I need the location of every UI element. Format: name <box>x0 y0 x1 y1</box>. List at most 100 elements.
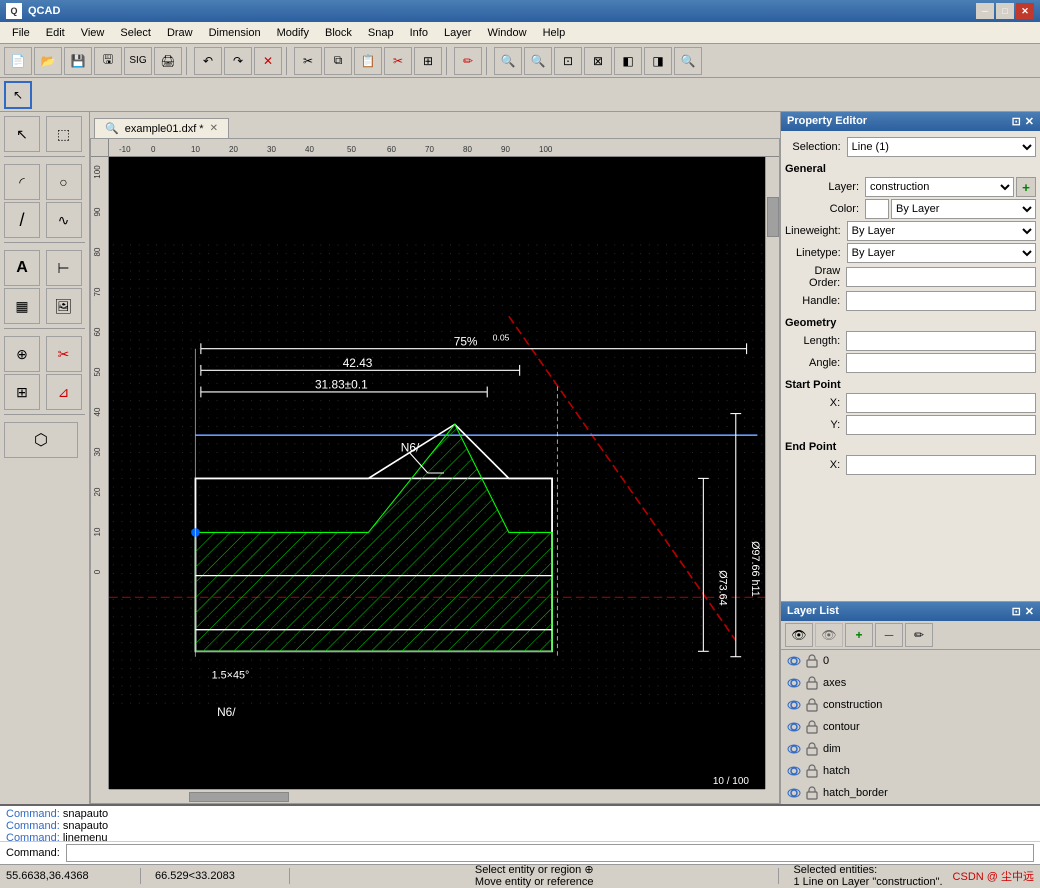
pe-sp-y-input[interactable]: 36.82 <box>846 415 1036 435</box>
pe-close-button[interactable]: ✕ <box>1025 115 1034 128</box>
tb-new[interactable]: 📄 <box>4 47 32 75</box>
layer-lock-toggle[interactable] <box>803 718 821 736</box>
tool-dimension[interactable]: ⊢ <box>46 250 82 286</box>
canvas-viewport[interactable]: 75% 0.05 42.43 31.83±0.1 <box>109 157 779 789</box>
menu-dimension[interactable]: Dimension <box>201 25 269 41</box>
tb-zoom-prev[interactable]: ◧ <box>614 47 642 75</box>
pe-linetype-select[interactable]: By Layer <box>847 243 1036 263</box>
menu-draw[interactable]: Draw <box>159 25 201 41</box>
layer-visibility-toggle[interactable] <box>785 784 803 802</box>
layer-visibility-toggle[interactable] <box>785 674 803 692</box>
maximize-button[interactable]: □ <box>996 3 1014 19</box>
layer-lock-toggle[interactable] <box>803 762 821 780</box>
pe-selection-select[interactable]: Line (1) <box>847 137 1036 157</box>
menu-modify[interactable]: Modify <box>269 25 317 41</box>
ll-add-layer-button[interactable]: + <box>845 623 873 647</box>
tool-hatch[interactable]: ▦ <box>4 288 40 324</box>
tb-copy[interactable]: ⧉ <box>324 47 352 75</box>
layer-lock-toggle[interactable] <box>803 696 821 714</box>
tool-text[interactable]: A <box>4 250 40 286</box>
pe-restore-button[interactable]: ⊡ <box>1012 115 1021 128</box>
pe-sp-x-input[interactable]: 0 <box>846 393 1036 413</box>
layer-lock-toggle[interactable] <box>803 674 821 692</box>
tb-print[interactable]: 🖨 <box>154 47 182 75</box>
pe-length-input[interactable]: 120 <box>846 331 1036 351</box>
vertical-scrollbar[interactable] <box>765 157 779 789</box>
tool-select-region[interactable]: ⬚ <box>46 116 82 152</box>
ll-hide-all-button[interactable]: 👁 <box>815 623 843 647</box>
layer-row[interactable]: 0 <box>781 650 1040 672</box>
tb-undo[interactable]: ↶ <box>194 47 222 75</box>
layer-visibility-toggle[interactable] <box>785 652 803 670</box>
tool-trim[interactable]: ✂ <box>46 336 82 372</box>
ll-close-button[interactable]: ✕ <box>1025 605 1034 618</box>
tab-close-button[interactable]: ✕ <box>210 123 218 134</box>
ll-remove-layer-button[interactable]: ─ <box>875 623 903 647</box>
menu-file[interactable]: File <box>4 25 38 41</box>
layer-visibility-toggle[interactable] <box>785 696 803 714</box>
tb-zoom-fit[interactable]: ⊠ <box>584 47 612 75</box>
tool-arc[interactable]: ◜ <box>4 164 40 200</box>
pe-handle-input[interactable]: 0x70 <box>846 291 1036 311</box>
menu-help[interactable]: Help <box>535 25 574 41</box>
ll-edit-layer-button[interactable]: ✏ <box>905 623 933 647</box>
tb-save[interactable]: 💾 <box>64 47 92 75</box>
layer-row[interactable]: dim <box>781 738 1040 760</box>
tb-copy2[interactable]: ⊞ <box>414 47 442 75</box>
command-input[interactable] <box>66 844 1034 862</box>
layer-visibility-toggle[interactable] <box>785 762 803 780</box>
tool-curve[interactable]: ∿ <box>46 202 82 238</box>
layer-row[interactable]: construction <box>781 694 1040 716</box>
tb-zoom-out[interactable]: 🔍 <box>524 47 552 75</box>
pe-layer-select[interactable]: construction <box>865 177 1014 197</box>
tb-preview[interactable]: SIG <box>124 47 152 75</box>
pe-color-select[interactable]: By Layer <box>891 199 1036 219</box>
minimize-button[interactable]: ─ <box>976 3 994 19</box>
tb-pencil[interactable]: ✏ <box>454 47 482 75</box>
menu-block[interactable]: Block <box>317 25 360 41</box>
layer-lock-toggle[interactable] <box>803 652 821 670</box>
tool-3d[interactable]: ⬡ <box>4 422 78 458</box>
hscroll-thumb[interactable] <box>189 792 289 802</box>
layer-visibility-toggle[interactable] <box>785 740 803 758</box>
tb-paste[interactable]: 📋 <box>354 47 382 75</box>
tool-layers[interactable]: ⊞ <box>4 374 40 410</box>
tb-open[interactable]: 📂 <box>34 47 62 75</box>
menu-window[interactable]: Window <box>479 25 534 41</box>
menu-edit[interactable]: Edit <box>38 25 73 41</box>
tb-delete[interactable]: ✕ <box>254 47 282 75</box>
tool-properties[interactable]: ⊿ <box>46 374 82 410</box>
layer-row[interactable]: axes <box>781 672 1040 694</box>
menu-info[interactable]: Info <box>402 25 436 41</box>
tb-zoom-window[interactable]: ⊡ <box>554 47 582 75</box>
tb-saveas[interactable]: 🖫 <box>94 47 122 75</box>
layer-visibility-toggle[interactable] <box>785 718 803 736</box>
tb-zoom-next[interactable]: ◨ <box>644 47 672 75</box>
tb-cut2[interactable]: ✂ <box>384 47 412 75</box>
layer-row[interactable]: hatch <box>781 760 1040 782</box>
layer-row[interactable]: contour <box>781 716 1040 738</box>
tb-zoom-opts[interactable]: 🔍 <box>674 47 702 75</box>
close-button[interactable]: ✕ <box>1016 3 1034 19</box>
menu-layer[interactable]: Layer <box>436 25 480 41</box>
tb-redo[interactable]: ↷ <box>224 47 252 75</box>
layer-lock-toggle[interactable] <box>803 784 821 802</box>
tool-select-arrow[interactable]: ↖ <box>4 116 40 152</box>
pe-ep-x-input[interactable]: 120 <box>846 455 1036 475</box>
menu-view[interactable]: View <box>73 25 113 41</box>
horizontal-scrollbar[interactable] <box>109 789 765 803</box>
tool-snap[interactable]: ⊕ <box>4 336 40 372</box>
layer-lock-toggle[interactable] <box>803 740 821 758</box>
pe-layer-add-button[interactable]: + <box>1016 177 1036 197</box>
pe-angle-input[interactable]: 0 <box>846 353 1036 373</box>
pe-draworder-input[interactable]: 30 <box>846 267 1036 287</box>
ll-show-all-button[interactable]: 👁 <box>785 623 813 647</box>
ll-restore-button[interactable]: ⊡ <box>1012 605 1021 618</box>
tool-image[interactable]: 🖼 <box>46 288 82 324</box>
vscroll-thumb[interactable] <box>767 197 779 237</box>
tb-zoom-in[interactable]: 🔍 <box>494 47 522 75</box>
drawing-tab[interactable]: 🔍 example01.dxf * ✕ <box>94 118 229 138</box>
tb-select-arrow[interactable]: ↖ <box>4 81 32 109</box>
tool-circle[interactable]: ○ <box>46 164 82 200</box>
tool-line[interactable]: / <box>4 202 40 238</box>
